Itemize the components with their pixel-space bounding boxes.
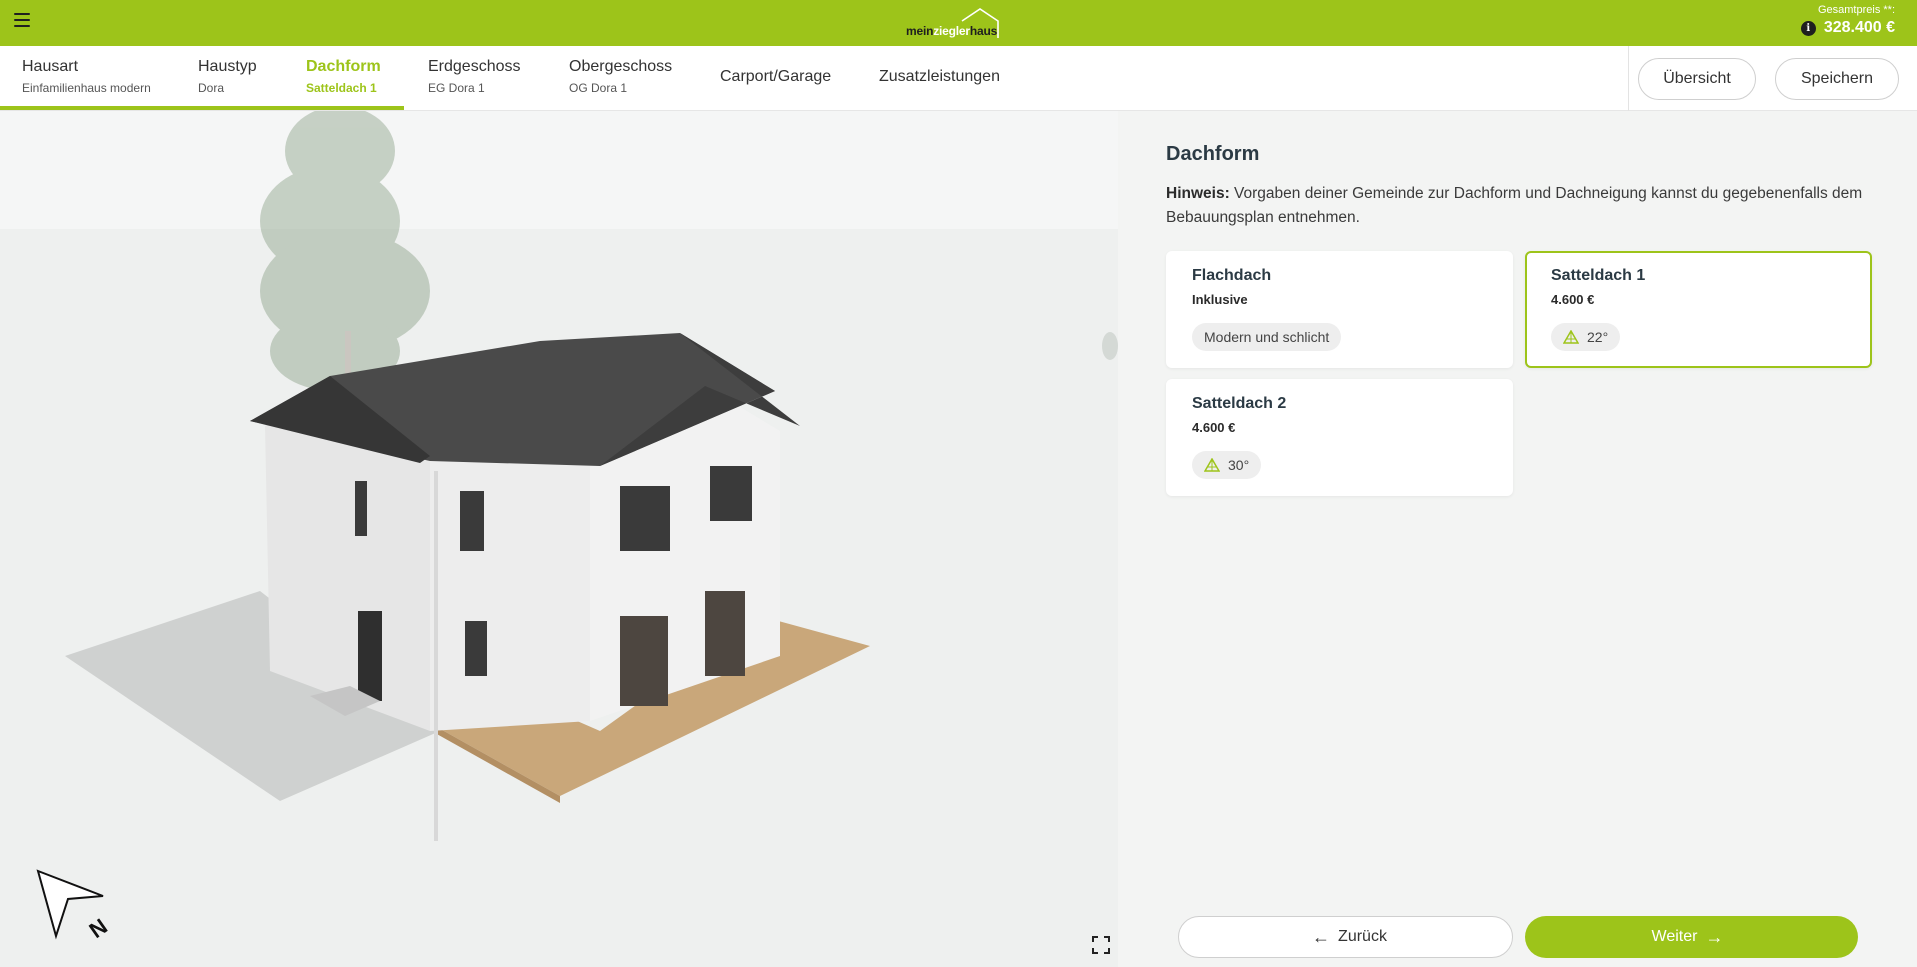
back-button[interactable]: ← Zurück: [1178, 916, 1513, 958]
arrow-left-icon: ←: [1312, 926, 1331, 947]
nav-step-title: Obergeschoss: [569, 58, 673, 75]
next-button[interactable]: Weiter →: [1525, 916, 1858, 958]
house-3d-render: N: [0, 111, 1118, 967]
roof-option-tag-label: Modern und schlicht: [1204, 329, 1330, 345]
nav-step-title: Zusatzleistungen: [879, 68, 1000, 85]
roof-option-tag: Modern und schlicht: [1192, 323, 1342, 351]
step-navigation: Hausart Einfamilienhaus modern Haustyp D…: [0, 46, 1917, 111]
nav-step-subtitle: Einfamilienhaus modern: [22, 81, 151, 95]
hamburger-menu-icon[interactable]: [14, 13, 30, 27]
roof-option-price: Inklusive: [1192, 292, 1248, 307]
roof-option-price: 4.600 €: [1192, 420, 1236, 435]
nav-step-haustyp[interactable]: Haustyp Dora: [198, 58, 257, 95]
roof-option-title: Flachdach: [1192, 267, 1272, 284]
hint-text: Hinweis: Vorgaben deiner Gemeinde zur Da…: [1166, 182, 1876, 230]
next-button-label: Weiter: [1651, 928, 1698, 945]
info-icon[interactable]: i: [1800, 20, 1816, 36]
hint-label: Hinweis:: [1166, 185, 1230, 202]
nav-step-dachform[interactable]: Dachform Satteldach 1: [306, 58, 381, 95]
nav-step-title: Carport/Garage: [720, 68, 832, 85]
logo-text-part1: mein: [906, 24, 934, 38]
nav-step-obergeschoss[interactable]: Obergeschoss OG Dora 1: [569, 58, 672, 95]
total-price: Gesamtpreis **: i 328.400 €: [1800, 4, 1895, 37]
overview-button[interactable]: Übersicht: [1638, 58, 1756, 100]
nav-step-subtitle: EG Dora 1: [428, 81, 485, 95]
roof-option-satteldach-1[interactable]: Satteldach 1 4.600 € 22°: [1525, 251, 1872, 368]
roof-option-title: Satteldach 1: [1551, 267, 1646, 284]
total-price-value: 328.400 €: [1823, 19, 1895, 36]
nav-step-subtitle: Dora: [198, 81, 225, 95]
nav-step-zusatzleistungen[interactable]: Zusatzleistungen: [879, 68, 1000, 86]
nav-step-title: Erdgeschoss: [428, 58, 521, 75]
house-3d-viewer[interactable]: N: [0, 111, 1118, 967]
roof-option-tag: 22°: [1551, 323, 1621, 351]
logo-text-part3: haus: [969, 24, 998, 38]
hint-body: Vorgaben deiner Gemeinde zur Dachform un…: [1166, 185, 1863, 226]
roof-pitch-icon: [1563, 330, 1579, 344]
roof-selection-panel: Dachform Hinweis: Vorgaben deiner Gemein…: [1118, 111, 1917, 967]
roof-option-tag-label: 30°: [1228, 457, 1250, 473]
nav-step-title: Haustyp: [198, 58, 257, 75]
nav-step-carport-garage[interactable]: Carport/Garage: [720, 68, 831, 86]
nav-divider: [1628, 46, 1629, 111]
nav-step-erdgeschoss[interactable]: Erdgeschoss EG Dora 1: [428, 58, 521, 95]
fullscreen-icon[interactable]: [1091, 935, 1111, 955]
brand-logo[interactable]: meinzieglerhaus: [906, 6, 1010, 40]
roof-option-tag: 30°: [1192, 451, 1262, 479]
save-button[interactable]: Speichern: [1775, 58, 1899, 100]
panel-title: Dachform: [1166, 143, 1260, 165]
roof-option-price: 4.600 €: [1551, 292, 1595, 307]
arrow-right-icon: →: [1705, 926, 1724, 947]
roof-pitch-icon: [1204, 458, 1220, 472]
roof-option-flachdach[interactable]: Flachdach Inklusive Modern und schlicht: [1166, 251, 1513, 368]
roof-option-satteldach-2[interactable]: Satteldach 2 4.600 € 30°: [1166, 379, 1513, 496]
roof-option-title: Satteldach 2: [1192, 395, 1287, 412]
total-price-label: Gesamtpreis **:: [1817, 4, 1895, 16]
back-button-label: Zurück: [1338, 928, 1387, 945]
top-bar: meinzieglerhaus Gesamtpreis **: i 328.40…: [0, 0, 1917, 46]
logo-text-part2: ziegler: [933, 24, 970, 38]
nav-step-title: Hausart: [22, 58, 79, 75]
nav-step-title: Dachform: [306, 58, 381, 75]
step-progress-bar: [0, 106, 404, 110]
roof-option-tag-label: 22°: [1587, 329, 1609, 345]
nav-step-subtitle: OG Dora 1: [569, 81, 628, 95]
nav-step-subtitle: Satteldach 1: [306, 81, 377, 95]
nav-step-hausart[interactable]: Hausart Einfamilienhaus modern: [22, 58, 151, 95]
